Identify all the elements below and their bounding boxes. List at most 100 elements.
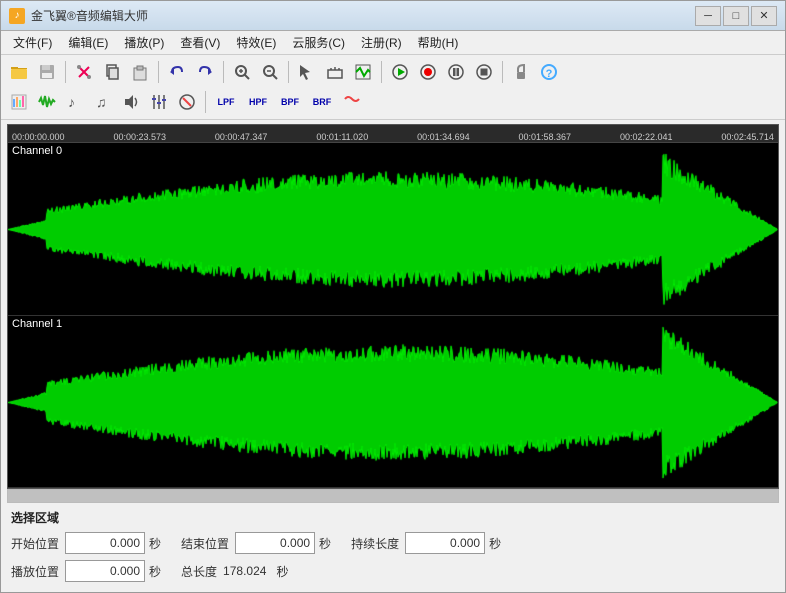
sep6 (502, 61, 503, 83)
play-pos-group: 播放位置 秒 (11, 560, 161, 582)
end-pos-label: 结束位置 (181, 535, 229, 552)
menu-help[interactable]: 帮助(H) (410, 32, 467, 54)
help-button[interactable]: ? (536, 59, 562, 85)
bpf-button[interactable]: BPF (275, 89, 305, 115)
scrollbar[interactable] (7, 489, 779, 503)
total-length-group: 总长度 178.024 秒 (181, 563, 288, 580)
tl-label-3: 00:01:11.020 (316, 132, 368, 142)
zoom-out-button[interactable] (257, 59, 283, 85)
end-pos-input[interactable] (235, 532, 315, 554)
start-pos-label: 开始位置 (11, 535, 59, 552)
minimize-button[interactable]: ─ (695, 6, 721, 26)
copy-button[interactable] (99, 59, 125, 85)
menu-cloud[interactable]: 云服务(C) (284, 32, 353, 54)
window-title: 金飞翼®音频编辑大师 (31, 7, 695, 24)
scrollbar-thumb[interactable] (8, 490, 778, 502)
svg-text:?: ? (546, 68, 553, 80)
volume-button[interactable] (118, 89, 144, 115)
channel-0[interactable]: Channel 0 (8, 143, 778, 316)
fields-row-1: 开始位置 秒 结束位置 秒 持续长度 秒 (11, 532, 775, 554)
tl-label-0: 00:00:00.000 (12, 132, 65, 142)
menu-bar: 文件(F) 编辑(E) 播放(P) 查看(V) 特效(E) 云服务(C) 注册(… (1, 31, 785, 55)
noise-button[interactable] (174, 89, 200, 115)
sep7 (205, 91, 206, 113)
music-button[interactable]: ♪ (62, 89, 88, 115)
undo-button[interactable] (164, 59, 190, 85)
status-area: 选择区域 开始位置 秒 结束位置 秒 持续长度 秒 播放位置 秒 (1, 503, 785, 592)
channel-0-label: Channel 0 (12, 145, 62, 157)
waveform-button[interactable] (34, 89, 60, 115)
menu-play[interactable]: 播放(P) (116, 32, 172, 54)
sep3 (223, 61, 224, 83)
sep5 (381, 61, 382, 83)
delete-sel-button[interactable] (322, 59, 348, 85)
toolbar-row2: ♪ ♫ LPF HPF BPF (5, 88, 781, 116)
app-icon: ♪ (9, 8, 25, 24)
eq-button[interactable] (146, 89, 172, 115)
select-button[interactable] (294, 59, 320, 85)
fields-row-2: 播放位置 秒 总长度 178.024 秒 (11, 560, 775, 582)
channel-1-label: Channel 1 (12, 318, 62, 330)
sep1 (65, 61, 66, 83)
menu-effects[interactable]: 特效(E) (228, 32, 284, 54)
timeline-labels: 00:00:00.000 00:00:23.573 00:00:47.347 0… (10, 132, 776, 142)
play-button[interactable] (387, 59, 413, 85)
toolbar-row1: ? (5, 58, 781, 86)
sep4 (288, 61, 289, 83)
tl-label-4: 00:01:34.694 (417, 132, 470, 142)
hpf-button[interactable]: HPF (243, 89, 273, 115)
main-window: ♪ 金飞翼®音频编辑大师 ─ □ ✕ 文件(F) 编辑(E) 播放(P) 查看(… (0, 0, 786, 593)
duration-input[interactable] (405, 532, 485, 554)
tl-label-2: 00:00:47.347 (215, 132, 268, 142)
play-pos-label: 播放位置 (11, 563, 59, 580)
lock-button[interactable] (508, 59, 534, 85)
spectrogram-button[interactable] (6, 89, 32, 115)
channel-1[interactable]: Channel 1 (8, 316, 778, 489)
open-button[interactable] (6, 59, 32, 85)
stop-button[interactable] (471, 59, 497, 85)
music2-button[interactable]: ♫ (90, 89, 116, 115)
tl-label-1: 00:00:23.573 (113, 132, 166, 142)
menu-register[interactable]: 注册(R) (353, 32, 410, 54)
total-unit: 秒 (276, 563, 288, 580)
total-label: 总长度 (181, 563, 217, 580)
maximize-button[interactable]: □ (723, 6, 749, 26)
pause-button[interactable] (443, 59, 469, 85)
play-pos-input[interactable] (65, 560, 145, 582)
brf-label: BRF (313, 97, 332, 107)
total-value: 178.024 (223, 564, 266, 578)
hpf-label: HPF (249, 97, 267, 107)
menu-file[interactable]: 文件(F) (5, 32, 60, 54)
title-bar: ♪ 金飞翼®音频编辑大师 ─ □ ✕ (1, 1, 785, 31)
zoom-in-button[interactable] (229, 59, 255, 85)
waveform-area: 00:00:00.000 00:00:23.573 00:00:47.347 0… (7, 124, 779, 489)
normalize-button[interactable] (350, 59, 376, 85)
paste-button[interactable] (127, 59, 153, 85)
menu-view[interactable]: 查看(V) (172, 32, 228, 54)
cut-button[interactable] (71, 59, 97, 85)
lpf-label: LPF (218, 97, 235, 107)
tl-label-6: 00:02:22.041 (620, 132, 673, 142)
lpf-button[interactable]: LPF (211, 89, 241, 115)
svg-text:♫: ♫ (96, 94, 107, 110)
duration-label: 持续长度 (351, 535, 399, 552)
redo-button[interactable] (192, 59, 218, 85)
menu-edit[interactable]: 编辑(E) (60, 32, 116, 54)
record-button[interactable] (415, 59, 441, 85)
close-button[interactable]: ✕ (751, 6, 777, 26)
brf-button[interactable]: BRF (307, 89, 337, 115)
duration-unit: 秒 (489, 535, 501, 552)
sep2 (158, 61, 159, 83)
toolbar: ? ♪ ♫ (1, 55, 785, 120)
tl-label-5: 00:01:58.367 (519, 132, 572, 142)
more-filter-button[interactable] (339, 89, 365, 115)
play-pos-unit: 秒 (149, 563, 161, 580)
end-pos-unit: 秒 (319, 535, 331, 552)
svg-text:♪: ♪ (68, 94, 75, 110)
selection-title: 选择区域 (11, 509, 775, 526)
window-controls: ─ □ ✕ (695, 6, 777, 26)
start-pos-input[interactable] (65, 532, 145, 554)
save-button[interactable] (34, 59, 60, 85)
tl-label-7: 00:02:45.714 (721, 132, 774, 142)
start-pos-group: 开始位置 秒 (11, 532, 161, 554)
